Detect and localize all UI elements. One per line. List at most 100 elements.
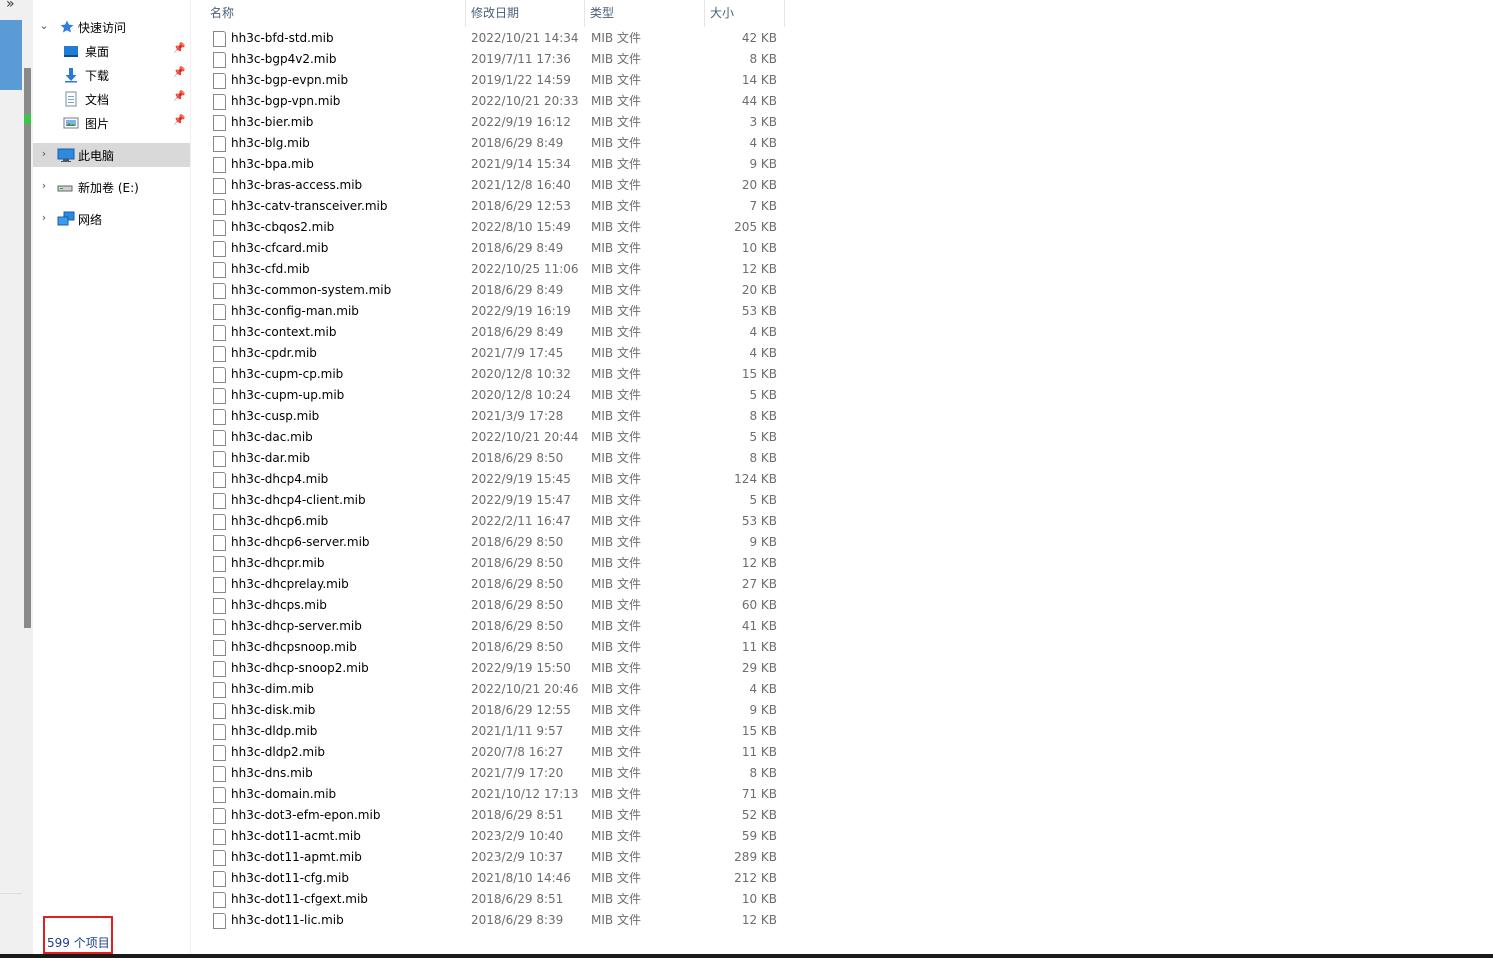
- column-divider[interactable]: [704, 0, 705, 27]
- file-row[interactable]: hh3c-dhcp-server.mib 2018/6/29 8:50 MIB 文件…: [191, 616, 791, 637]
- column-divider[interactable]: [784, 0, 785, 27]
- file-row[interactable]: hh3c-cupm-up.mib 2020/12/8 10:24 MIB 文件 5 K…: [191, 385, 791, 406]
- file-row[interactable]: hh3c-cbqos2.mib 2022/8/10 15:49 MIB 文件 205 …: [191, 217, 791, 238]
- file-row[interactable]: hh3c-dhcpsnoop.mib 2018/6/29 8:50 MIB 文件 11…: [191, 637, 791, 658]
- file-name: hh3c-common-system.mib: [231, 283, 392, 297]
- pin-icon[interactable]: 📌: [173, 43, 185, 54]
- file-row[interactable]: hh3c-dldp2.mib 2020/7/8 16:27 MIB 文件 11 KB: [191, 742, 791, 763]
- file-row[interactable]: hh3c-catv-transceiver.mib 2018/6/29 12:53…: [191, 196, 791, 217]
- file-row[interactable]: hh3c-bras-access.mib 2021/12/8 16:40 MIB 文…: [191, 175, 791, 196]
- file-row[interactable]: hh3c-dhcp6.mib 2022/2/11 16:47 MIB 文件 53 KB: [191, 511, 791, 532]
- file-size: 212 KB: [734, 871, 777, 885]
- column-divider[interactable]: [584, 0, 585, 27]
- column-divider[interactable]: [465, 0, 466, 27]
- file-row[interactable]: hh3c-domain.mib 2021/10/12 17:13 MIB 文件 71 …: [191, 784, 791, 805]
- file-size: 59 KB: [741, 829, 777, 843]
- expand-chevron-icon[interactable]: ›: [39, 147, 49, 160]
- file-row[interactable]: hh3c-dot11-apmt.mib 2023/2/9 10:37 MIB 文件 2…: [191, 847, 791, 868]
- file-date: 2023/2/9 10:40: [471, 829, 564, 843]
- file-row[interactable]: hh3c-dot11-lic.mib 2018/6/29 8:39 MIB 文件 12…: [191, 910, 791, 931]
- nav-item-documents[interactable]: 文档 📌: [33, 87, 190, 111]
- nav-item-quick-access[interactable]: ⌄ 快速访问: [33, 15, 190, 39]
- file-row[interactable]: hh3c-cupm-cp.mib 2020/12/8 10:32 MIB 文件 15 …: [191, 364, 791, 385]
- file-row[interactable]: hh3c-bgp-vpn.mib 2022/10/21 20:33 MIB 文件 44…: [191, 91, 791, 112]
- pin-icon[interactable]: 📌: [173, 91, 185, 102]
- file-icon: [213, 472, 226, 488]
- pin-icon[interactable]: 📌: [173, 115, 185, 126]
- file-type: MIB 文件: [591, 178, 641, 192]
- file-icon: [213, 325, 226, 341]
- file-row[interactable]: hh3c-dhcp6-server.mib 2018/6/29 8:50 MIB 文…: [191, 532, 791, 553]
- file-row[interactable]: hh3c-dns.mib 2021/7/9 17:20 MIB 文件 8 KB: [191, 763, 791, 784]
- nav-item-network[interactable]: › 网络: [33, 207, 190, 231]
- file-row[interactable]: hh3c-bier.mib 2022/9/19 16:12 MIB 文件 3 KB: [191, 112, 791, 133]
- file-size: 10 KB: [741, 241, 777, 255]
- navigation-scrollbar[interactable]: [22, 0, 33, 958]
- file-row[interactable]: hh3c-cfcard.mib 2018/6/29 8:49 MIB 文件 10 KB: [191, 238, 791, 259]
- file-name: hh3c-dar.mib: [231, 451, 311, 465]
- file-date: 2022/9/19 15:45: [471, 472, 571, 486]
- nav-item-desktop[interactable]: 桌面 📌: [33, 39, 190, 63]
- file-row[interactable]: hh3c-bgp4v2.mib 2019/7/11 17:36 MIB 文件 8 KB: [191, 49, 791, 70]
- file-row[interactable]: hh3c-dac.mib 2022/10/21 20:44 MIB 文件 5 KB: [191, 427, 791, 448]
- column-header-type[interactable]: 类型: [586, 0, 704, 27]
- file-row[interactable]: hh3c-dot11-cfg.mib 2021/8/10 14:46 MIB 文件 2…: [191, 868, 791, 889]
- file-row[interactable]: hh3c-dhcpr.mib 2018/6/29 8:50 MIB 文件 12 KB: [191, 553, 791, 574]
- file-row[interactable]: hh3c-common-system.mib 2018/6/29 8:49 MIB …: [191, 280, 791, 301]
- file-row[interactable]: hh3c-cfd.mib 2022/10/25 11:06 MIB 文件 12 KB: [191, 259, 791, 280]
- file-row[interactable]: hh3c-dot11-acmt.mib 2023/2/9 10:40 MIB 文件 5…: [191, 826, 791, 847]
- file-row[interactable]: hh3c-bpa.mib 2021/9/14 15:34 MIB 文件 9 KB: [191, 154, 791, 175]
- file-row[interactable]: hh3c-context.mib 2018/6/29 8:49 MIB 文件 4 KB: [191, 322, 791, 343]
- file-row[interactable]: hh3c-dldp.mib 2021/1/11 9:57 MIB 文件 15 KB: [191, 721, 791, 742]
- file-size: 53 KB: [741, 514, 777, 528]
- file-row[interactable]: hh3c-blg.mib 2018/6/29 8:49 MIB 文件 4 KB: [191, 133, 791, 154]
- file-type: MIB 文件: [591, 283, 641, 297]
- file-row[interactable]: hh3c-bgp-evpn.mib 2019/1/22 14:59 MIB 文件 14…: [191, 70, 791, 91]
- file-row[interactable]: hh3c-cpdr.mib 2021/7/9 17:45 MIB 文件 4 KB: [191, 343, 791, 364]
- nav-item-downloads[interactable]: 下载 📌: [33, 63, 190, 87]
- file-name: hh3c-cfcard.mib: [231, 241, 329, 255]
- expand-chevron-icon[interactable]: ›: [39, 179, 49, 192]
- overflow-chevron-icon[interactable]: »: [6, 0, 15, 12]
- file-row[interactable]: hh3c-dhcp-snoop2.mib 2022/9/19 15:50 MIB 文…: [191, 658, 791, 679]
- nav-item-new-volume[interactable]: › 新加卷 (E:): [33, 175, 190, 199]
- file-row[interactable]: hh3c-cusp.mib 2021/3/9 17:28 MIB 文件 8 KB: [191, 406, 791, 427]
- file-row[interactable]: hh3c-dhcprelay.mib 2018/6/29 8:50 MIB 文件 27…: [191, 574, 791, 595]
- file-row[interactable]: hh3c-bfd-std.mib 2022/10/21 14:34 MIB 文件 42…: [191, 28, 791, 49]
- file-icon: [213, 451, 226, 467]
- file-icon: [213, 136, 226, 152]
- file-row[interactable]: hh3c-dar.mib 2018/6/29 8:50 MIB 文件 8 KB: [191, 448, 791, 469]
- column-header-size[interactable]: 大小: [706, 0, 784, 27]
- nav-label-downloads: 下载: [85, 69, 110, 83]
- file-row[interactable]: hh3c-dot3-efm-epon.mib 2018/6/29 8:51 MIB …: [191, 805, 791, 826]
- file-row[interactable]: hh3c-dhcps.mib 2018/6/29 8:50 MIB 文件 60 KB: [191, 595, 791, 616]
- file-type: MIB 文件: [591, 514, 641, 528]
- nav-label-quick-access: 快速访问: [78, 21, 127, 35]
- file-size: 12 KB: [741, 262, 777, 276]
- file-date: 2020/12/8 10:32: [471, 367, 571, 381]
- file-name: hh3c-dhcp-snoop2.mib: [231, 661, 369, 675]
- file-date: 2020/7/8 16:27: [471, 745, 564, 759]
- file-icon: [213, 787, 226, 803]
- file-date: 2020/12/8 10:24: [471, 388, 571, 402]
- nav-item-this-pc[interactable]: › 此电脑: [33, 143, 190, 167]
- file-row[interactable]: hh3c-dhcp4-client.mib 2022/9/19 15:47 MIB …: [191, 490, 791, 511]
- file-icon: [213, 913, 226, 929]
- file-row[interactable]: hh3c-dim.mib 2022/10/21 20:46 MIB 文件 4 KB: [191, 679, 791, 700]
- file-row[interactable]: hh3c-config-man.mib 2022/9/19 16:19 MIB 文件…: [191, 301, 791, 322]
- file-size: 9 KB: [749, 535, 777, 549]
- pin-icon[interactable]: 📌: [173, 67, 185, 78]
- expand-chevron-icon[interactable]: ›: [39, 211, 49, 224]
- file-row[interactable]: hh3c-dhcp4.mib 2022/9/19 15:45 MIB 文件 124 K…: [191, 469, 791, 490]
- file-row[interactable]: hh3c-dot11-cfgext.mib 2018/6/29 8:51 MIB 文…: [191, 889, 791, 910]
- navigation-scrollbar-thumb[interactable]: [24, 68, 31, 628]
- expand-chevron-icon[interactable]: ⌄: [39, 19, 49, 32]
- file-size: 3 KB: [749, 115, 777, 129]
- nav-item-pictures[interactable]: 图片 📌: [33, 111, 190, 135]
- desktop-icon: [63, 43, 79, 59]
- file-size: 12 KB: [741, 556, 777, 570]
- file-row[interactable]: hh3c-disk.mib 2018/6/29 12:55 MIB 文件 9 KB: [191, 700, 791, 721]
- drive-icon: [57, 179, 73, 195]
- file-date: 2022/9/19 15:50: [471, 661, 571, 675]
- column-header-date[interactable]: 修改日期: [467, 0, 585, 27]
